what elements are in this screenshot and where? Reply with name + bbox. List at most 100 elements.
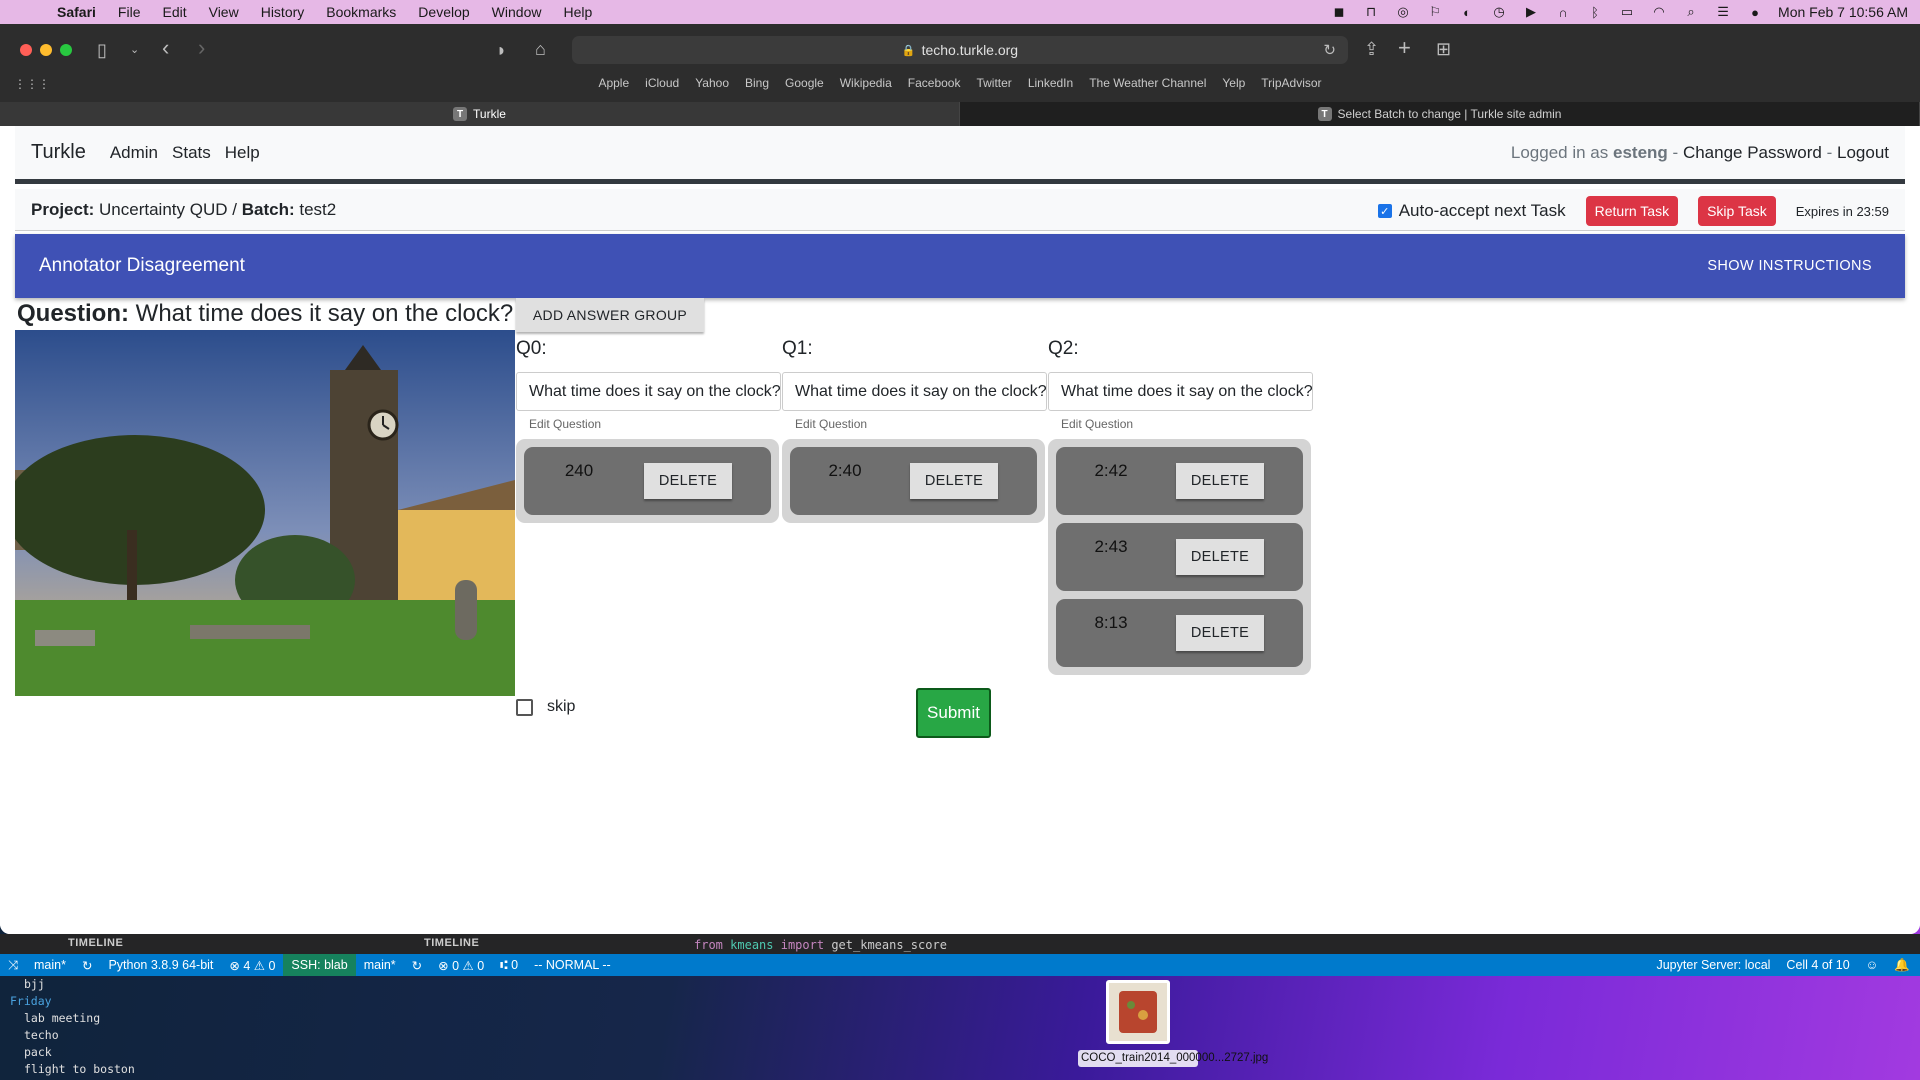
answer-card[interactable]: 2:40 DELETE <box>790 447 1037 515</box>
answer-card[interactable]: 8:13 DELETE <box>1056 599 1303 667</box>
favorite-link[interactable]: Facebook <box>908 72 961 94</box>
nav-link-admin[interactable]: Admin <box>110 143 158 163</box>
question-input[interactable]: What time does it say on the clock? <box>1048 372 1313 411</box>
return-task-button[interactable]: Return Task <box>1585 196 1679 226</box>
timeline-label[interactable]: TIMELINE <box>424 937 479 949</box>
play-icon[interactable]: ▶ <box>1522 4 1540 19</box>
delete-answer-button[interactable]: DELETE <box>1176 539 1264 575</box>
answer-card[interactable]: 2:43 DELETE <box>1056 523 1303 591</box>
python-interpreter[interactable]: Python 3.8.9 64-bit <box>108 958 213 972</box>
status-app-icon[interactable]: ◼ <box>1330 4 1348 19</box>
bluetooth-icon[interactable]: ᛒ <box>1586 5 1604 20</box>
address-bar[interactable]: 🔒 techo.turkle.org ↻ <box>572 36 1348 64</box>
add-answer-group-button[interactable]: ADD ANSWER GROUP <box>516 298 704 332</box>
menubar-clock[interactable]: Mon Feb 7 10:56 AM <box>1778 4 1908 20</box>
minimize-window-button[interactable] <box>40 44 52 56</box>
favorite-link[interactable]: Apple <box>598 72 629 94</box>
tab-batch-admin[interactable]: T Select Batch to change | Turkle site a… <box>960 102 1920 126</box>
favorite-link[interactable]: Wikipedia <box>840 72 892 94</box>
answer-value: 2:42 <box>1094 461 1128 480</box>
delete-answer-button[interactable]: DELETE <box>1176 615 1264 651</box>
home-icon[interactable]: ⌂ <box>535 39 546 59</box>
git-branch[interactable]: main* <box>34 958 66 972</box>
siri-icon[interactable]: ● <box>1746 5 1764 20</box>
delete-answer-button[interactable]: DELETE <box>1176 463 1264 499</box>
new-tab-icon[interactable]: + <box>1398 37 1411 59</box>
nav-link-stats[interactable]: Stats <box>172 143 211 163</box>
favorite-link[interactable]: TripAdvisor <box>1261 72 1321 94</box>
menu-bookmarks[interactable]: Bookmarks <box>326 4 396 20</box>
ssh-remote-indicator[interactable]: SSH: blab <box>283 954 356 976</box>
favorite-link[interactable]: Bing <box>745 72 769 94</box>
apple-icon[interactable] <box>18 3 36 21</box>
share-icon[interactable]: ⇪ <box>1364 39 1379 59</box>
menu-file[interactable]: File <box>118 4 141 20</box>
favorite-link[interactable]: Yahoo <box>695 72 729 94</box>
menu-edit[interactable]: Edit <box>162 4 186 20</box>
favorite-link[interactable]: iCloud <box>645 72 679 94</box>
sync-icon[interactable]: ↻ <box>412 958 422 973</box>
battery-icon[interactable]: ▭ <box>1618 4 1636 19</box>
reload-icon[interactable]: ↻ <box>1323 41 1336 59</box>
do-not-disturb-icon[interactable]: ◐ <box>1458 5 1476 20</box>
back-icon[interactable]: ‹ <box>162 37 169 59</box>
question-input[interactable]: What time does it say on the clock? <box>516 372 781 411</box>
forward-icon[interactable]: › <box>198 37 205 59</box>
desktop-file-icon[interactable]: COCO_train2014_000000...2727.jpg <box>1078 980 1268 1067</box>
sync-icon[interactable]: ◎ <box>1394 4 1412 19</box>
submit-button[interactable]: Submit <box>916 688 991 738</box>
sidebar-icon[interactable]: ▯ <box>97 40 107 60</box>
answer-card[interactable]: 2:42 DELETE <box>1056 447 1303 515</box>
delete-answer-button[interactable]: DELETE <box>910 463 998 499</box>
privacy-shield-icon[interactable]: ◗ <box>496 40 507 60</box>
problems-indicator[interactable]: ⊗ 0 ⚠ 0 <box>438 958 484 973</box>
logout-link[interactable]: Logout <box>1837 143 1889 162</box>
brand-link[interactable]: Turkle <box>31 141 86 164</box>
menu-app-name[interactable]: Safari <box>57 4 96 20</box>
control-center-icon[interactable]: ☰ <box>1714 4 1732 19</box>
zoom-window-button[interactable] <box>60 44 72 56</box>
menu-history[interactable]: History <box>261 4 305 20</box>
jupyter-server-status[interactable]: Jupyter Server: local <box>1656 958 1770 973</box>
git-branch[interactable]: main* <box>364 958 396 972</box>
ports-indicator[interactable]: ⑆ 0 <box>500 958 518 972</box>
terminal-line: pack <box>24 1045 52 1059</box>
sync-icon[interactable]: ↻ <box>82 958 92 973</box>
favorite-link[interactable]: LinkedIn <box>1028 72 1073 94</box>
favorite-link[interactable]: The Weather Channel <box>1089 72 1206 94</box>
tab-overview-icon[interactable]: ⊞ <box>1436 39 1451 59</box>
remote-icon[interactable]: ⤨ <box>8 958 18 973</box>
wifi-icon[interactable]: ◠ <box>1650 4 1668 19</box>
skip-task-button[interactable]: Skip Task <box>1698 196 1776 226</box>
close-window-button[interactable] <box>20 44 32 56</box>
delete-answer-button[interactable]: DELETE <box>644 463 732 499</box>
batch-label: Batch: <box>241 199 295 219</box>
auto-accept-checkbox[interactable]: ✓ <box>1377 204 1392 218</box>
chevron-down-icon[interactable]: ⌄ <box>130 40 139 60</box>
spotlight-search-icon[interactable]: ⌕ <box>1682 4 1700 19</box>
headphones-icon[interactable]: ∩ <box>1554 5 1572 20</box>
problems-indicator[interactable]: ⊗ 4 ⚠ 0 <box>229 958 275 973</box>
time-machine-icon[interactable]: ◷ <box>1490 4 1508 19</box>
skip-checkbox[interactable] <box>516 698 533 716</box>
timeline-label[interactable]: TIMELINE <box>68 937 123 949</box>
menu-help[interactable]: Help <box>563 4 592 20</box>
menu-develop[interactable]: Develop <box>418 4 469 20</box>
feedback-icon[interactable]: ☺ <box>1866 958 1879 973</box>
change-password-link[interactable]: Change Password <box>1683 143 1822 162</box>
browser-toolbar: ▯ ⌄ ‹ › ◗ ⌂ 🔒 techo.turkle.org ↻ ⇪ + ⊞ ⋮… <box>0 24 1920 102</box>
nav-link-help[interactable]: Help <box>225 143 260 163</box>
answer-card[interactable]: 240 DELETE <box>524 447 771 515</box>
favorite-link[interactable]: Twitter <box>976 72 1011 94</box>
favorite-link[interactable]: Google <box>785 72 824 94</box>
tab-turkle[interactable]: T Turkle <box>0 102 960 126</box>
bell-icon[interactable]: 🔔 <box>1894 958 1910 973</box>
menu-view[interactable]: View <box>209 4 239 20</box>
cell-position[interactable]: Cell 4 of 10 <box>1786 958 1849 973</box>
grammar-icon[interactable]: ⚐ <box>1426 4 1444 19</box>
menu-window[interactable]: Window <box>492 4 542 20</box>
clipboard-icon[interactable]: ⊓ <box>1362 4 1380 19</box>
favorite-link[interactable]: Yelp <box>1222 72 1245 94</box>
show-instructions-button[interactable]: SHOW INSTRUCTIONS <box>1707 258 1872 274</box>
question-input[interactable]: What time does it say on the clock? <box>782 372 1047 411</box>
